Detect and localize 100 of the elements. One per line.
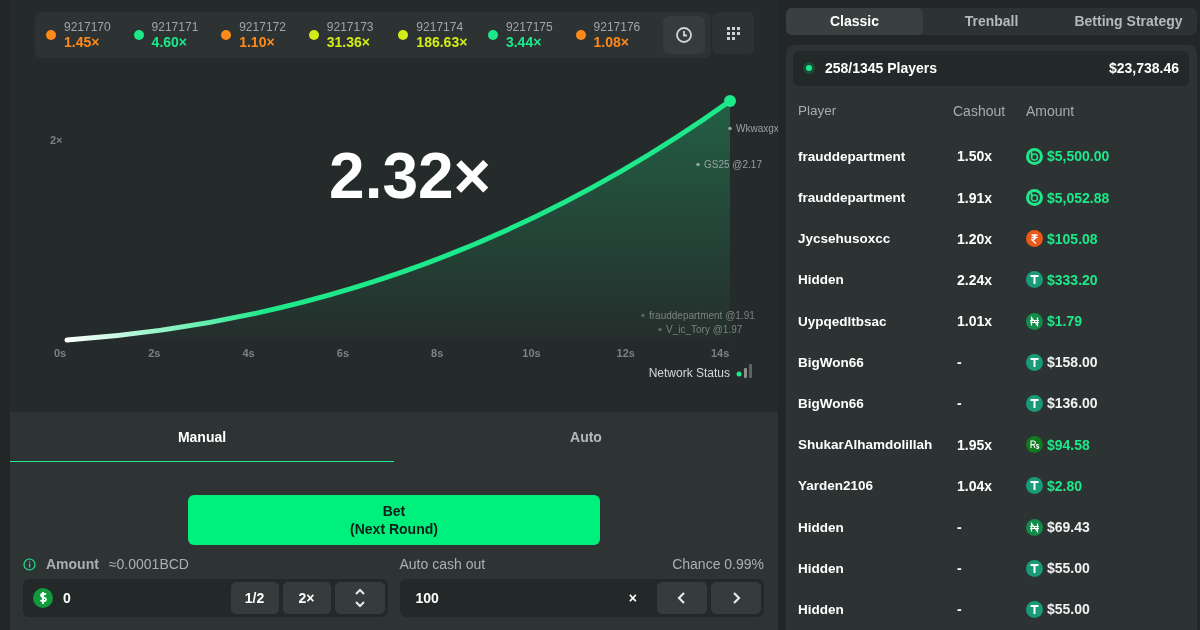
round-number: 9217174 [416,20,465,34]
cashout-value: 2.24x [956,271,994,288]
cashout-value: - [956,601,963,618]
bet-amount: $1.79 [1047,313,1083,330]
bet-amount: $333.20 [1047,271,1098,288]
round-number: 9217175 [505,20,553,34]
auto-cashout-label: Auto cash out [399,556,486,572]
round-multiplier: 1.08× [593,34,630,50]
players-count: 258/1345 Players [825,60,938,77]
player-name: Uypqedltbsac [798,313,888,329]
round-number: 9217170 [64,20,111,34]
player-name: Hidden [798,560,845,576]
double-button[interactable]: 2× [282,582,331,614]
player-name: Yarden2106 [798,478,875,494]
multiplier-suffix: × [628,590,637,606]
up-down-icon [352,587,367,609]
round-number: 9217172 [239,20,286,34]
view-tab[interactable]: Trenball [923,8,1060,35]
player-name: Hidden [798,272,845,288]
round-multiplier: 1.45× [64,34,101,50]
bet-amount: $136.00 [1047,395,1098,412]
player-name: Hidden [798,519,845,535]
bet-amount: $55.00 [1047,560,1090,577]
amount-label: Amount [46,556,99,572]
round-multiplier: 3.44× [505,34,543,50]
axis-label: 12s [616,347,635,359]
cashout-value: 1.01x [956,313,994,330]
axis-label: 8s [431,347,444,359]
grid-icon [725,25,741,41]
view-tab[interactable]: Classic [786,8,923,35]
round-multiplier: 4.60× [151,34,189,50]
bet-amount: $105.08 [1047,230,1098,247]
player-marker: frauddepartment @1.91 [649,310,755,321]
round-number: 9217171 [151,20,199,34]
conversion-text: ≈0.0001BCD [108,556,189,572]
mode-tab[interactable]: Manual [10,412,394,462]
axis-label: 6s [336,347,349,359]
axis-label: 10s [522,347,541,359]
half-button[interactable]: 1/2 [230,582,279,614]
axis-label: 4s [242,347,255,359]
cashout-value: - [956,354,963,371]
bet-amount: $5,500.00 [1047,148,1110,165]
player-name: Jycsehusoxcc [798,231,892,247]
column-header: Player [798,103,838,119]
player-name: ShukarAlhamdolillah [798,437,934,453]
bet-amount: $5,052.88 [1047,189,1110,206]
total-amount: $23,738.46 [1108,60,1179,77]
player-marker: GS25 @2.17 [704,159,762,170]
amount-field[interactable]: 0 1/2 2× [23,579,388,617]
player-marker: V_ic_Tory @1.97 [666,324,743,335]
player-name: frauddepartment [798,148,907,164]
dollar-coin-icon [33,588,53,608]
player-name: frauddepartment [798,190,907,206]
cashout-value: 1.50x [956,148,994,165]
cashout-value: - [956,395,963,412]
mode-tab[interactable]: Auto [394,412,778,462]
online-dot-icon [803,62,815,75]
axis-label: 2× [50,134,63,146]
marker-dot-icon [728,126,732,131]
bet-amount: $55.00 [1047,601,1090,618]
clock-icon [675,26,694,44]
cashout-value: - [956,560,963,577]
round-number: 9217173 [326,20,374,34]
menu-button[interactable] [712,12,754,54]
player-marker: Wkwaxgx [736,123,778,134]
chevron-right-icon [731,591,741,605]
chance-text: Chance 0.99% [672,556,764,572]
marker-dot-icon [696,162,700,167]
cashout-value: 1.20x [956,230,994,247]
cashout-value: - [956,519,963,536]
axis-label: 0s [53,347,67,359]
bet-amount: $2.80 [1047,477,1083,494]
axis-label: 2s [148,347,161,359]
player-name: BigWon66 [798,395,865,411]
round-multiplier: 1.10× [239,34,276,50]
round-multiplier: 31.36× [326,34,371,50]
cashout-value: 1.95x [956,436,994,453]
marker-dot-icon [658,327,662,332]
stepper-button[interactable] [334,582,385,614]
axis-label: 14s [710,347,730,359]
round-multiplier: 186.63× [416,34,468,50]
current-multiplier: 2.32× [329,140,491,212]
chevron-left-icon [677,591,687,605]
bet-amount: $158.00 [1047,354,1098,371]
bet-amount: $69.43 [1047,519,1090,536]
bet-button[interactable]: Bet (Next Round) [188,495,600,545]
player-name: Hidden [798,601,845,617]
round-number: 9217176 [593,20,641,34]
column-header: Cashout [953,102,1007,119]
history-button[interactable] [663,16,705,54]
view-tab[interactable]: Betting Strategy [1060,8,1197,35]
bet-amount: $94.58 [1047,436,1090,453]
signal-icon [736,364,752,378]
info-icon [23,557,36,571]
cashout-value: 1.91x [956,189,994,206]
network-status-label: Network Status [648,366,730,380]
cashout-value: 1.04x [956,477,994,494]
player-name: BigWon66 [798,354,865,370]
column-header: Amount [1026,102,1075,119]
marker-dot-icon [641,313,645,318]
